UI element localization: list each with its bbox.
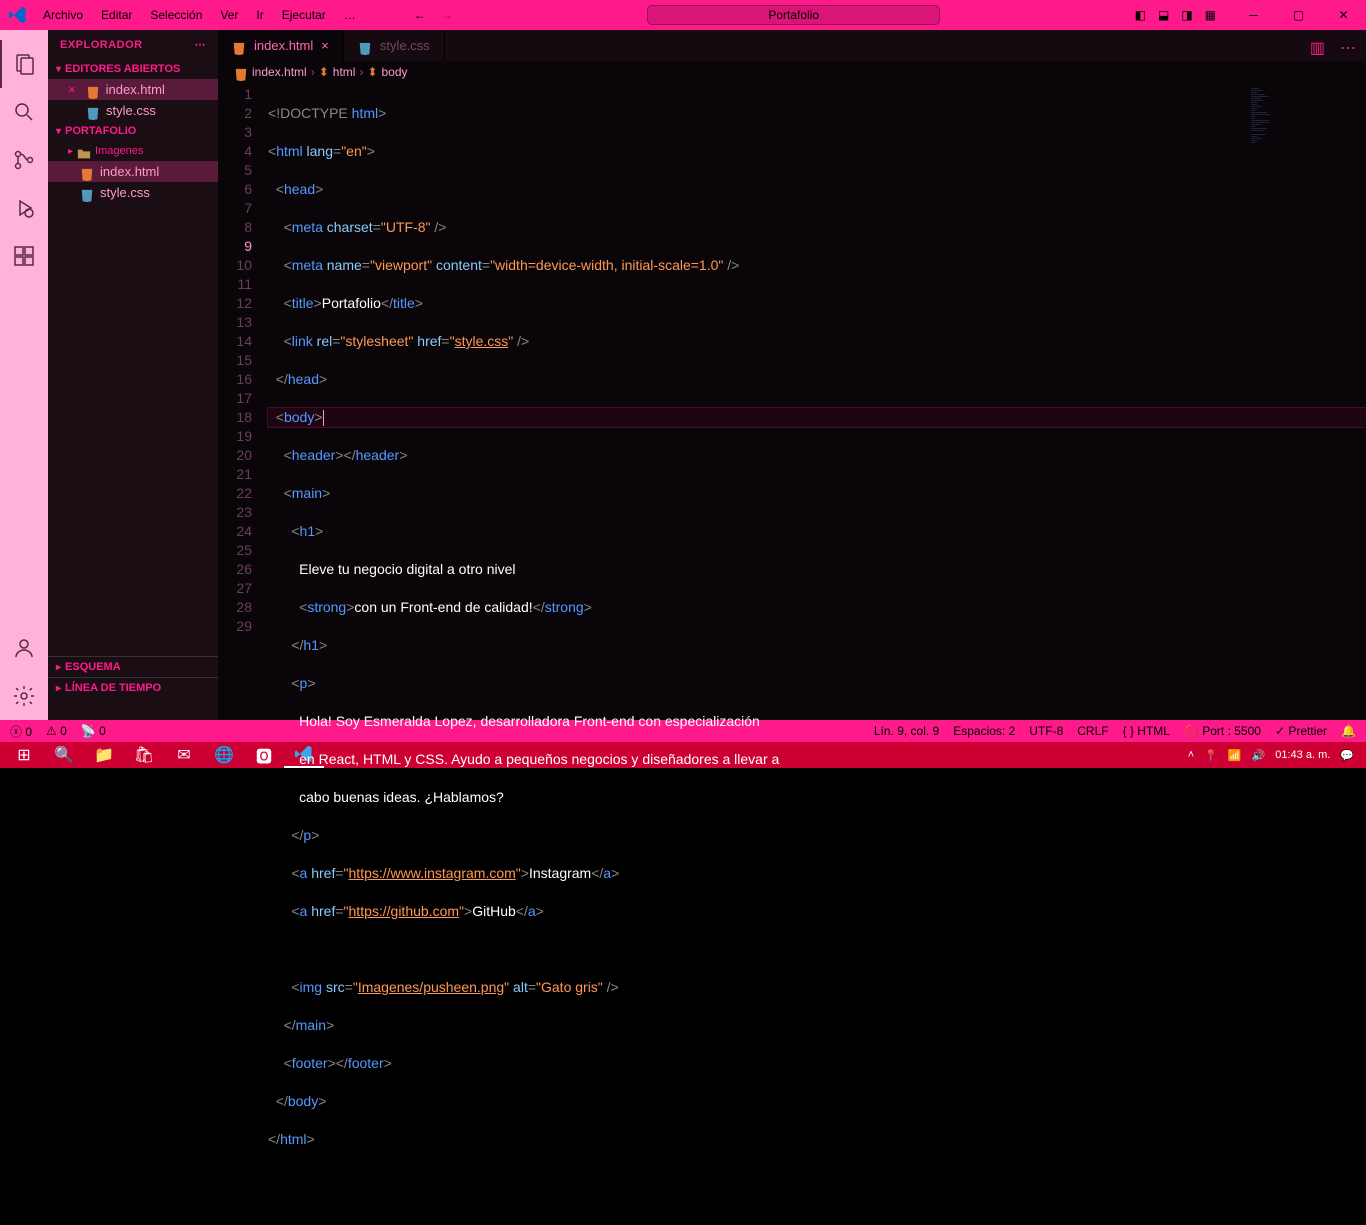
source-control-icon[interactable] (0, 136, 48, 184)
toggle-panel-left-icon[interactable]: ◧ (1135, 8, 1146, 22)
menu-more[interactable]: … (336, 4, 364, 26)
menu-ejecutar[interactable]: Ejecutar (274, 4, 334, 26)
chevron-down-icon: ▾ (56, 126, 61, 137)
activity-bar (0, 30, 48, 720)
vscode-logo-icon (0, 5, 35, 25)
account-icon[interactable] (0, 624, 48, 672)
menu-ver[interactable]: Ver (212, 4, 246, 26)
menu-editar[interactable]: Editar (93, 4, 140, 26)
timeline-header[interactable]: ▸ LÍNEA DE TIEMPO (48, 677, 218, 698)
maximize-button[interactable]: ▢ (1276, 2, 1321, 28)
folder-imagenes[interactable]: ▸ Imagenes (48, 141, 218, 161)
tree-file-style[interactable]: style.css (48, 182, 218, 203)
editor-more-icon[interactable]: ⋯ (1340, 38, 1356, 58)
html-file-icon (234, 65, 248, 79)
css-file-icon (86, 104, 100, 118)
tab-index-html[interactable]: index.html × (218, 30, 344, 61)
project-header[interactable]: ▾ PORTAFOLIO (48, 121, 218, 141)
html-file-icon (232, 39, 246, 53)
taskbar-search-icon[interactable]: 🔍 (44, 742, 84, 768)
code-content[interactable]: <!DOCTYPE html> <html lang="en"> <head> … (268, 83, 1366, 1225)
outline-header[interactable]: ▸ ESQUEMA (48, 656, 218, 677)
open-editors-header[interactable]: ▾ EDITORES ABIERTOS (48, 59, 218, 79)
minimize-button[interactable]: ─ (1231, 2, 1276, 28)
minimap[interactable]: ▬▬▬▬▬▬▬▬▬▬▬▬▬▬▬▬▬▬▬▬▬▬▬▬▬▬▬▬▬▬▬▬▬▬▬▬▬▬▬▬… (1251, 88, 1351, 238)
chevron-right-icon: ▸ (56, 662, 61, 673)
menu-archivo[interactable]: Archivo (35, 4, 91, 26)
chevron-right-icon: ▸ (56, 683, 61, 694)
breadcrumb[interactable]: index.html› ⬍html› ⬍body (218, 61, 1366, 83)
menu-bar: Archivo Editar Selección Ver Ir Ejecutar… (35, 4, 364, 26)
explorer-more-icon[interactable]: ⋯ (195, 38, 207, 51)
search-icon[interactable] (0, 88, 48, 136)
split-editor-icon[interactable]: ▥ (1310, 38, 1325, 58)
taskbar-explorer-icon[interactable]: 📁 (84, 742, 124, 768)
close-icon[interactable]: × (68, 82, 76, 97)
editor-tabs: index.html × style.css (218, 30, 1366, 61)
command-center[interactable]: Portafolio (647, 5, 940, 25)
toggle-panel-bottom-icon[interactable]: ⬓ (1158, 8, 1169, 22)
chevron-right-icon: ▸ (68, 146, 73, 157)
tree-file-index[interactable]: index.html (48, 161, 218, 182)
status-errors[interactable]: ⓧ 0 (10, 723, 32, 740)
chevron-down-icon: ▾ (56, 64, 61, 75)
editor-area: index.html × style.css ▥ ⋯ index.html› ⬍… (218, 30, 1366, 720)
explorer-title: EXPLORADOR ⋯ (48, 30, 218, 59)
nav-arrows: ← → (414, 8, 453, 22)
nav-back-icon[interactable]: ← (414, 8, 426, 22)
folder-icon (77, 144, 91, 158)
code-editor[interactable]: 1234567891011121314151617181920212223242… (218, 83, 1366, 1225)
taskbar-store-icon[interactable]: 🛍 (124, 742, 164, 768)
status-warnings[interactable]: ⚠ 0 (46, 724, 67, 738)
css-file-icon (80, 186, 94, 200)
css-file-icon (358, 39, 372, 53)
menu-ir[interactable]: Ir (248, 4, 271, 26)
explorer-sidebar: EXPLORADOR ⋯ ▾ EDITORES ABIERTOS × index… (48, 30, 218, 720)
open-editor-style[interactable]: style.css (48, 100, 218, 121)
settings-gear-icon[interactable] (0, 672, 48, 720)
extensions-icon[interactable] (0, 232, 48, 280)
close-button[interactable]: ✕ (1321, 2, 1366, 28)
title-bar: Archivo Editar Selección Ver Ir Ejecutar… (0, 0, 1366, 30)
explorer-icon[interactable] (0, 40, 48, 88)
taskbar-mail-icon[interactable]: ✉ (164, 742, 204, 768)
customize-layout-icon[interactable]: ▦ (1205, 8, 1216, 22)
menu-seleccion[interactable]: Selección (142, 4, 210, 26)
close-tab-icon[interactable]: × (321, 38, 329, 53)
line-numbers: 1234567891011121314151617181920212223242… (218, 83, 268, 1225)
open-editor-index[interactable]: × index.html (48, 79, 218, 100)
layout-controls: ◧ ⬓ ◨ ▦ (1135, 8, 1231, 22)
start-button[interactable]: ⊞ (4, 742, 44, 768)
status-radio-icon[interactable]: 📡 0 (81, 724, 106, 738)
html-file-icon (80, 165, 94, 179)
run-debug-icon[interactable] (0, 184, 48, 232)
toggle-panel-right-icon[interactable]: ◨ (1181, 8, 1192, 22)
nav-forward-icon[interactable]: → (441, 8, 453, 22)
tab-style-css[interactable]: style.css (344, 30, 445, 61)
html-file-icon (86, 83, 100, 97)
